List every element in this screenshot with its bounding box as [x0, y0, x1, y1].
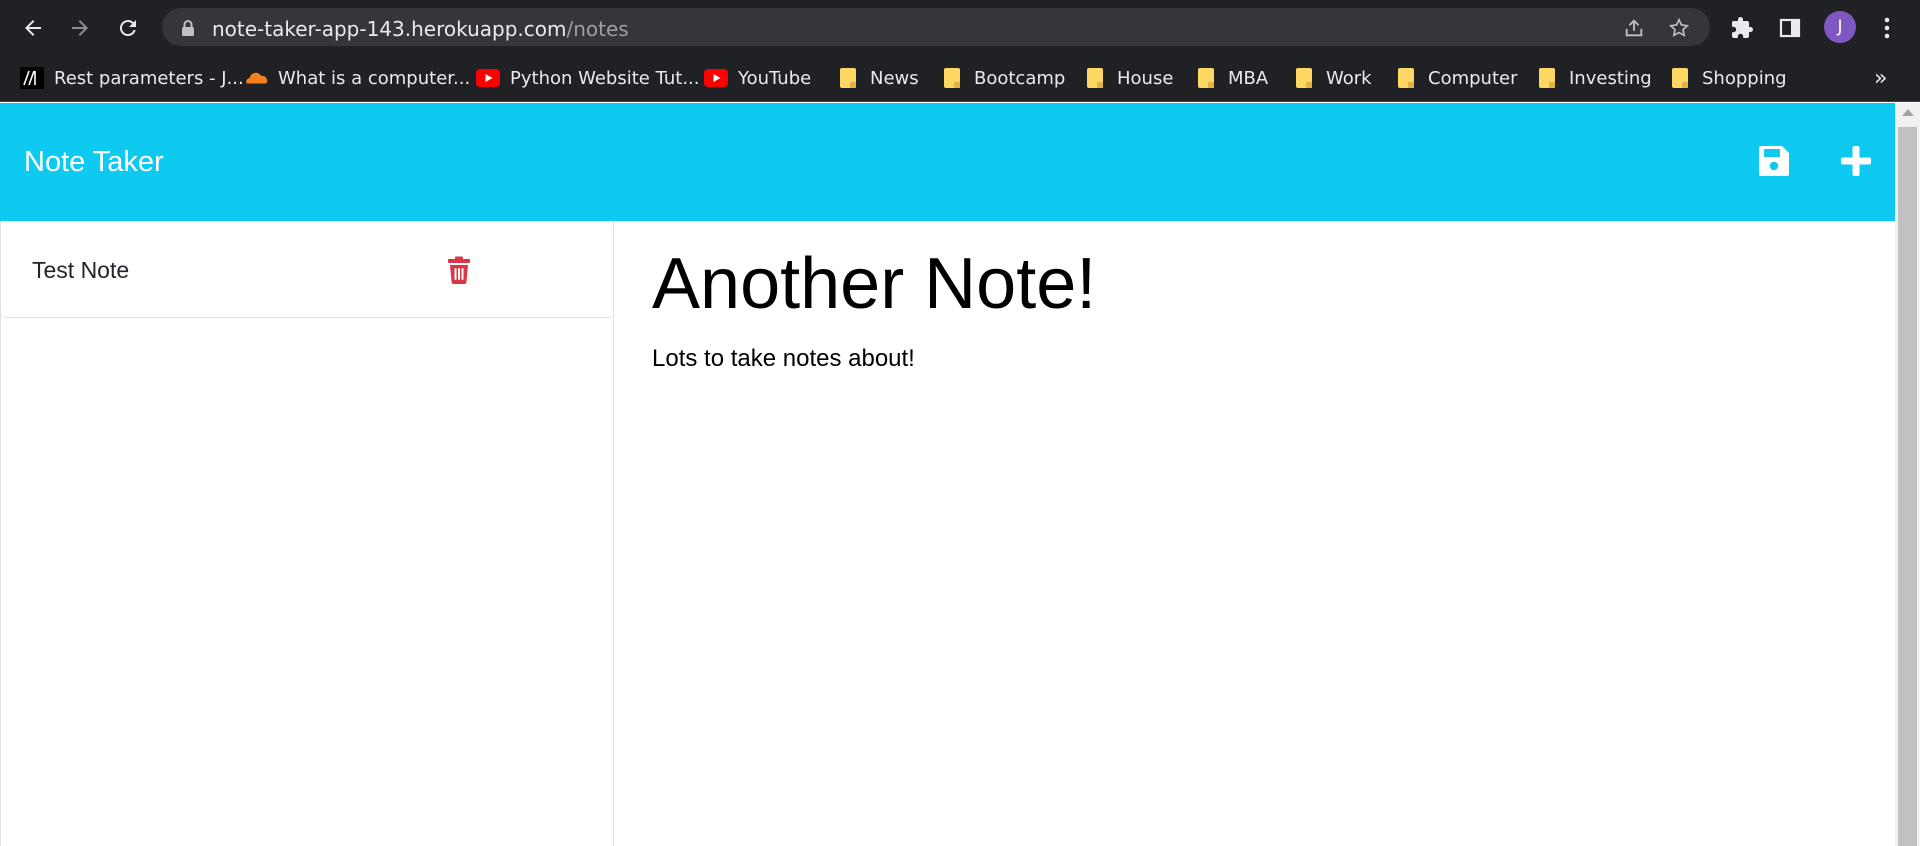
app-title[interactable]: Note Taker — [24, 146, 164, 179]
bookmark-folder-investing[interactable]: Investing — [1535, 64, 1652, 92]
lock-icon[interactable] — [176, 16, 200, 40]
bookmark-python-website-tutorial[interactable]: Python Website Tut... — [476, 64, 699, 92]
youtube-icon — [704, 67, 728, 89]
list-item[interactable]: Test Note — [3, 221, 613, 318]
delete-note-icon[interactable] — [444, 254, 474, 286]
scroll-thumb[interactable] — [1898, 127, 1917, 846]
new-note-icon[interactable] — [1836, 141, 1876, 181]
bookmark-folder-work[interactable]: Work — [1292, 64, 1372, 92]
bookmark-folder-house[interactable]: House — [1083, 64, 1173, 92]
bookmark-folder-shopping[interactable]: Shopping — [1668, 64, 1787, 92]
folder-icon — [1535, 67, 1559, 89]
address-bar[interactable]: note-taker-app-143.herokuapp.com/notes — [162, 8, 1710, 46]
youtube-icon — [476, 67, 500, 89]
page-scrollbar[interactable] — [1895, 103, 1920, 846]
side-panel-icon[interactable] — [1774, 12, 1806, 44]
note-title-input[interactable] — [652, 243, 1852, 325]
folder-icon — [836, 67, 860, 89]
app-navbar: Note Taker — [0, 103, 1895, 221]
folder-icon — [1668, 67, 1692, 89]
reload-icon[interactable] — [112, 12, 144, 44]
browser-toolbar: note-taker-app-143.herokuapp.com/notes J — [0, 0, 1920, 54]
mdn-icon — [20, 67, 44, 89]
save-note-icon[interactable] — [1754, 141, 1794, 181]
bookmarks-bar: Rest parameters - J... What is a compute… — [0, 54, 1920, 102]
bookmark-folder-mba[interactable]: MBA — [1194, 64, 1268, 92]
scroll-up-arrow-icon[interactable] — [1902, 109, 1914, 116]
folder-icon — [1083, 67, 1107, 89]
bookmark-star-icon[interactable] — [1667, 16, 1691, 40]
bookmarks-overflow-button[interactable]: » — [1874, 66, 1887, 91]
folder-icon — [940, 67, 964, 89]
share-icon[interactable] — [1622, 16, 1646, 40]
folder-icon — [1194, 67, 1218, 89]
url-text[interactable]: note-taker-app-143.herokuapp.com/notes — [212, 17, 629, 41]
extensions-icon[interactable] — [1726, 12, 1758, 44]
profile-avatar[interactable]: J — [1824, 11, 1856, 43]
bookmark-youtube[interactable]: YouTube — [704, 64, 811, 92]
note-title[interactable]: Test Note — [32, 257, 129, 284]
back-icon[interactable] — [17, 12, 49, 44]
bookmark-folder-computer[interactable]: Computer — [1394, 64, 1517, 92]
note-list: Test Note — [0, 221, 614, 846]
cloudflare-icon — [244, 67, 268, 89]
bookmark-what-is-a-computer[interactable]: What is a computer... — [244, 64, 470, 92]
folder-icon — [1292, 67, 1316, 89]
bookmark-rest-parameters[interactable]: Rest parameters - J... — [20, 64, 244, 92]
bookmark-folder-news[interactable]: News — [836, 64, 919, 92]
note-text-area[interactable]: Lots to take notes about! — [652, 345, 1852, 825]
forward-icon[interactable] — [64, 12, 96, 44]
note-editor: Lots to take notes about! — [614, 221, 1895, 846]
bookmark-folder-bootcamp[interactable]: Bootcamp — [940, 64, 1065, 92]
menu-kebab-icon[interactable] — [1871, 12, 1903, 44]
folder-icon — [1394, 67, 1418, 89]
